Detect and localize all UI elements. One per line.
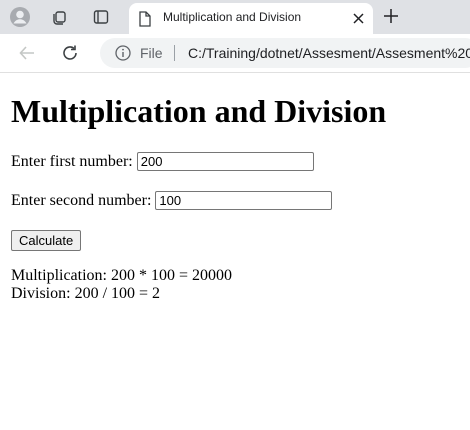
workspaces-icon[interactable]	[48, 5, 72, 29]
multiplication-result: Multiplication: 200 * 100 = 20000	[11, 267, 233, 284]
active-tab[interactable]: Multiplication and Division	[129, 3, 373, 34]
back-arrow-icon[interactable]	[16, 42, 38, 64]
address-bar[interactable]: File C:/Training/dotnet/Assesment/Assesm…	[100, 38, 470, 68]
page-content: Multiplication and Division Enter first …	[0, 73, 470, 430]
tab-actions-icon[interactable]	[89, 5, 113, 29]
browser-toolbar: File C:/Training/dotnet/Assesment/Assesm…	[0, 34, 470, 73]
info-icon[interactable]	[115, 45, 131, 61]
second-number-row: Enter second number:	[11, 191, 333, 210]
address-divider	[174, 45, 175, 61]
second-number-label: Enter second number:	[11, 191, 152, 209]
first-number-label: Enter first number:	[11, 152, 133, 170]
file-scheme-label: File	[140, 45, 163, 61]
reload-icon[interactable]	[59, 42, 81, 64]
calculate-button[interactable]: Calculate	[11, 230, 82, 251]
first-number-row: Enter first number:	[11, 152, 314, 171]
browser-tab-bar: Multiplication and Division	[0, 0, 470, 34]
url-text[interactable]: C:/Training/dotnet/Assesment/Assesment%2…	[188, 45, 470, 61]
new-tab-icon[interactable]	[380, 5, 402, 27]
first-number-input[interactable]	[136, 152, 314, 171]
page-icon	[139, 11, 151, 27]
page-title: Multiplication and Division	[11, 93, 387, 129]
second-number-input[interactable]	[155, 191, 333, 210]
close-tab-icon[interactable]	[349, 9, 367, 27]
profile-avatar-icon[interactable]	[8, 5, 32, 29]
tab-title: Multiplication and Division	[163, 10, 302, 24]
division-result: Division: 200 / 100 = 2	[11, 285, 161, 302]
